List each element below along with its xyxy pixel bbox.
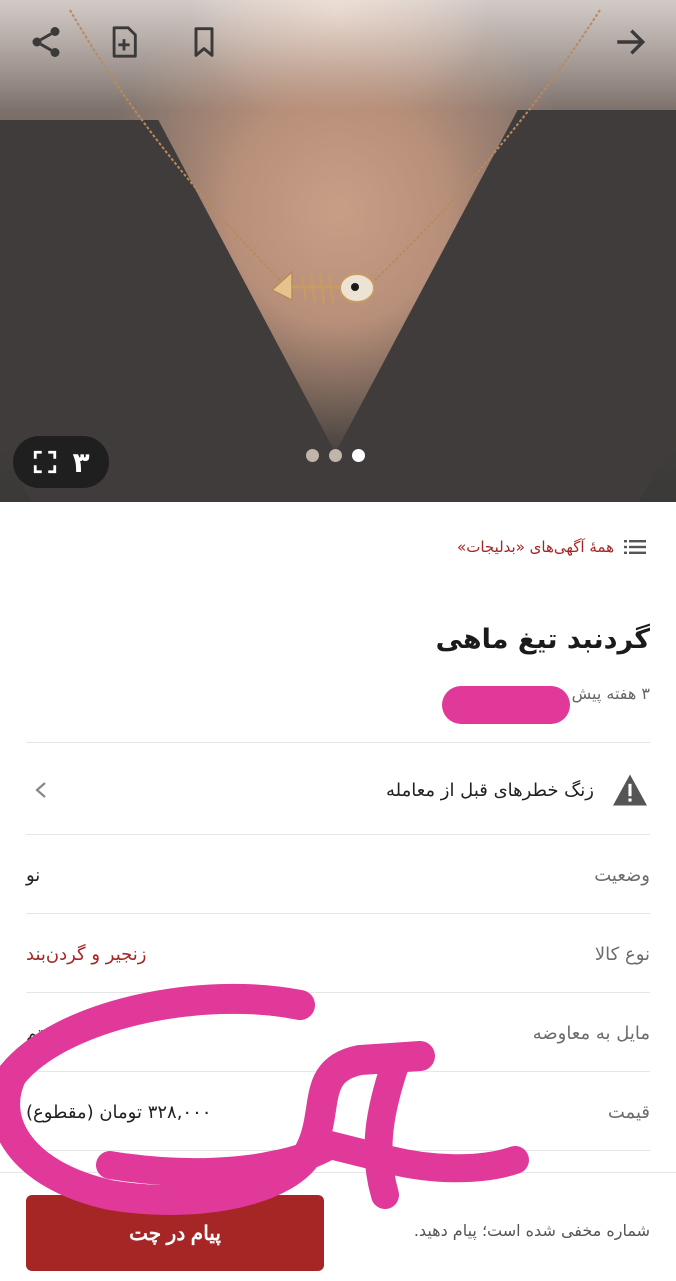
image-count: ۳ (72, 445, 90, 479)
post-time: ۳ هفته پیش (571, 684, 650, 703)
fish-pendant (270, 270, 375, 305)
page-title: گردنبد تیغ ماهی (435, 624, 650, 655)
divider (26, 1071, 650, 1072)
safety-alert-label: زنگ خطرهای قبل از معامله (385, 779, 594, 801)
add-note-icon[interactable] (104, 22, 144, 62)
attribute-key: نوع کالا (594, 943, 650, 965)
attribute-row-condition: وضعیت نو (26, 836, 650, 914)
slide-dot[interactable] (306, 449, 319, 462)
breadcrumb[interactable]: همهٔ آگهی‌های «بدلیجات» (457, 538, 646, 556)
share-icon[interactable] (26, 22, 66, 62)
divider (26, 834, 650, 835)
chat-button[interactable]: پیام در چت (26, 1195, 324, 1271)
attribute-key: مایل به معاوضه (532, 1022, 650, 1044)
list-icon (624, 540, 646, 554)
divider (26, 992, 650, 993)
necklace-graphic (69, 9, 601, 305)
slide-indicator (306, 449, 365, 462)
price-value: ۳۲۸,۰۰۰ تومان (مقطوع) (26, 1101, 212, 1123)
attribute-value: نو (26, 864, 41, 886)
attribute-row-type: نوع کالا زنجیر و گردن‌بند (26, 915, 650, 993)
bottom-action-bar: شماره مخفی شده است؛ پیام دهید. پیام در چ… (0, 1172, 676, 1281)
breadcrumb-link[interactable]: همهٔ آگهی‌های «بدلیجات» (457, 538, 614, 556)
attribute-row-exchange: مایل به معاوضه نیستم (26, 994, 650, 1072)
phone-hidden-hint: شماره مخفی شده است؛ پیام دهید. (413, 1221, 650, 1240)
attribute-value-link[interactable]: زنجیر و گردن‌بند (26, 944, 146, 965)
back-arrow-icon[interactable] (610, 22, 650, 62)
slide-dot[interactable] (329, 449, 342, 462)
slide-dot-active[interactable] (352, 449, 365, 462)
attribute-key: وضعیت (594, 864, 650, 886)
safety-alert-row[interactable]: زنگ خطرهای قبل از معامله (26, 750, 650, 830)
divider (26, 1150, 650, 1151)
image-counter-button[interactable]: ۳ (13, 436, 109, 488)
divider (26, 742, 650, 743)
warning-icon (610, 770, 650, 810)
ad-details: همهٔ آگهی‌های «بدلیجات» گردنبد تیغ ماهی … (0, 502, 676, 1280)
fullscreen-icon (34, 450, 57, 474)
attribute-value: نیستم (26, 1022, 70, 1044)
attribute-row-price: قیمت ۳۲۸,۰۰۰ تومان (مقطوع) (26, 1073, 650, 1151)
ad-image[interactable]: ۳ (0, 0, 676, 502)
chevron-left-icon (26, 775, 56, 805)
attribute-key: قیمت (607, 1101, 650, 1123)
divider (26, 913, 650, 914)
bookmark-icon[interactable] (184, 22, 224, 62)
